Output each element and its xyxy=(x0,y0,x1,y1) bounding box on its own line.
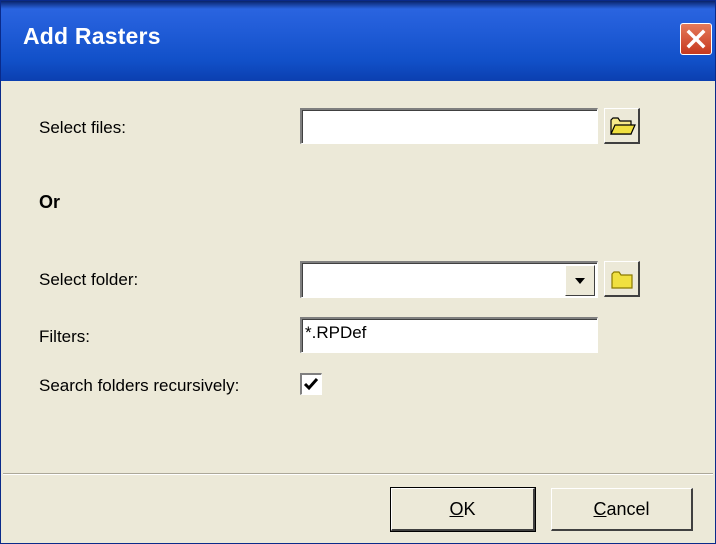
ok-mnemonic: O xyxy=(449,499,464,519)
cancel-mnemonic: C xyxy=(593,499,607,519)
select-folder-label: Select folder: xyxy=(39,270,139,289)
browse-files-button[interactable] xyxy=(604,108,640,144)
checkmark-icon xyxy=(303,378,319,391)
open-folder-icon xyxy=(610,117,636,135)
search-recursively-checkbox[interactable] xyxy=(300,373,322,395)
select-folder-combo[interactable] xyxy=(300,261,598,298)
filters-input[interactable]: *.RPDef xyxy=(300,317,598,353)
or-label: Or xyxy=(39,192,61,212)
close-button[interactable] xyxy=(680,23,712,55)
select-files-label: Select files: xyxy=(39,118,126,137)
search-recursively-label: Search folders recursively: xyxy=(39,376,240,395)
chevron-down-icon xyxy=(575,278,585,284)
button-separator xyxy=(3,473,713,475)
dialog-title: Add Rasters xyxy=(23,23,161,49)
filters-label: Filters: xyxy=(39,327,90,346)
title-bar[interactable]: Add Rasters xyxy=(1,1,715,81)
browse-folder-button[interactable] xyxy=(604,261,640,297)
ok-label: K xyxy=(463,499,476,519)
cancel-button[interactable]: Cancel xyxy=(551,488,693,531)
select-files-input[interactable] xyxy=(300,108,598,144)
folder-icon xyxy=(611,271,633,289)
cancel-label: ancel xyxy=(606,499,650,519)
add-rasters-dialog: Add Rasters Select files: Or Select fold… xyxy=(0,0,716,544)
folder-dropdown-button[interactable] xyxy=(565,265,595,296)
close-icon xyxy=(686,29,706,49)
ok-button[interactable]: OK xyxy=(390,487,536,532)
